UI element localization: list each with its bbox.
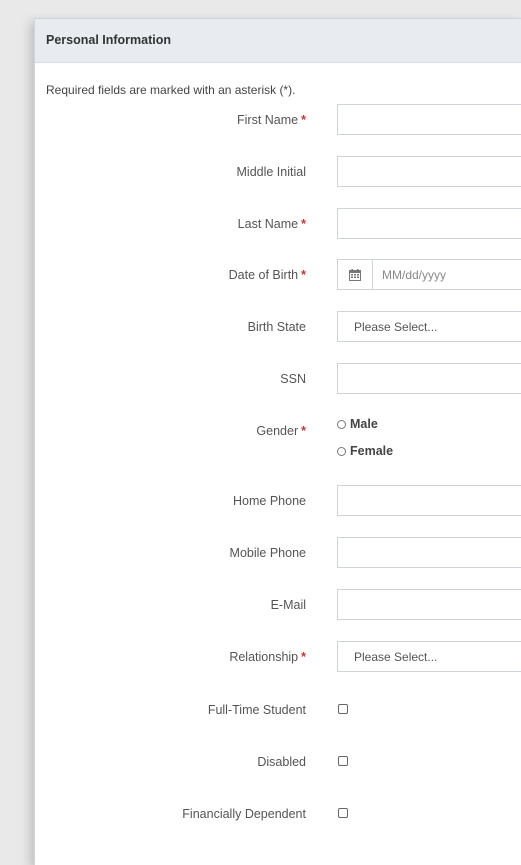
calendar-icon bbox=[349, 269, 361, 281]
middle-initial-label: Middle Initial bbox=[236, 165, 306, 179]
date-of-birth-placeholder: MM/dd/yyyy bbox=[382, 268, 447, 282]
relationship-selected: Please Select... bbox=[354, 650, 438, 664]
panel-header: Personal Information bbox=[35, 19, 521, 63]
ssn-input[interactable] bbox=[337, 363, 521, 394]
last-name-label: Last Name * bbox=[237, 217, 306, 231]
gender-male-option[interactable]: Male bbox=[337, 417, 378, 431]
first-name-label: First Name * bbox=[237, 113, 306, 127]
relationship-label: Relationship * bbox=[229, 650, 306, 664]
gender-female-option[interactable]: Female bbox=[337, 444, 393, 458]
financially-dependent-label: Financially Dependent bbox=[182, 807, 306, 821]
mobile-phone-label: Mobile Phone bbox=[229, 546, 306, 560]
required-asterisk: * bbox=[301, 268, 306, 282]
middle-initial-input[interactable] bbox=[337, 156, 521, 187]
disabled-checkbox[interactable] bbox=[338, 756, 348, 766]
mobile-phone-input[interactable] bbox=[337, 537, 521, 568]
gender-male-label: Male bbox=[350, 417, 378, 431]
required-asterisk: * bbox=[301, 650, 306, 664]
required-asterisk: * bbox=[301, 113, 306, 127]
full-time-student-checkbox[interactable] bbox=[338, 704, 348, 714]
date-of-birth-field[interactable]: MM/dd/yyyy bbox=[337, 259, 521, 290]
personal-information-panel: Personal Information Required fields are… bbox=[34, 18, 521, 865]
required-asterisk: * bbox=[301, 424, 306, 438]
email-label: E-Mail bbox=[270, 598, 306, 612]
required-asterisk: * bbox=[301, 217, 306, 231]
full-time-student-label: Full-Time Student bbox=[207, 703, 306, 717]
panel-title: Personal Information bbox=[46, 33, 172, 47]
gender-female-label: Female bbox=[350, 444, 394, 458]
first-name-input[interactable] bbox=[337, 104, 521, 135]
required-fields-note: Required fields are marked with an aster… bbox=[46, 83, 296, 97]
ssn-label: SSN bbox=[280, 372, 306, 386]
birth-state-selected: Please Select... bbox=[354, 320, 438, 334]
financially-dependent-checkbox[interactable] bbox=[338, 808, 348, 818]
disabled-label: Disabled bbox=[257, 755, 306, 769]
date-of-birth-label: Date of Birth * bbox=[228, 268, 306, 282]
relationship-select[interactable]: Please Select... bbox=[337, 641, 521, 672]
home-phone-label: Home Phone bbox=[233, 494, 306, 508]
radio-button[interactable] bbox=[337, 446, 346, 456]
calendar-button[interactable] bbox=[338, 260, 373, 289]
email-input[interactable] bbox=[337, 589, 521, 620]
gender-label: Gender * bbox=[256, 424, 306, 438]
birth-state-label: Birth State bbox=[247, 320, 306, 334]
last-name-input[interactable] bbox=[337, 208, 521, 239]
home-phone-input[interactable] bbox=[337, 485, 521, 516]
radio-button[interactable] bbox=[337, 419, 346, 429]
birth-state-select[interactable]: Please Select... bbox=[337, 311, 521, 342]
